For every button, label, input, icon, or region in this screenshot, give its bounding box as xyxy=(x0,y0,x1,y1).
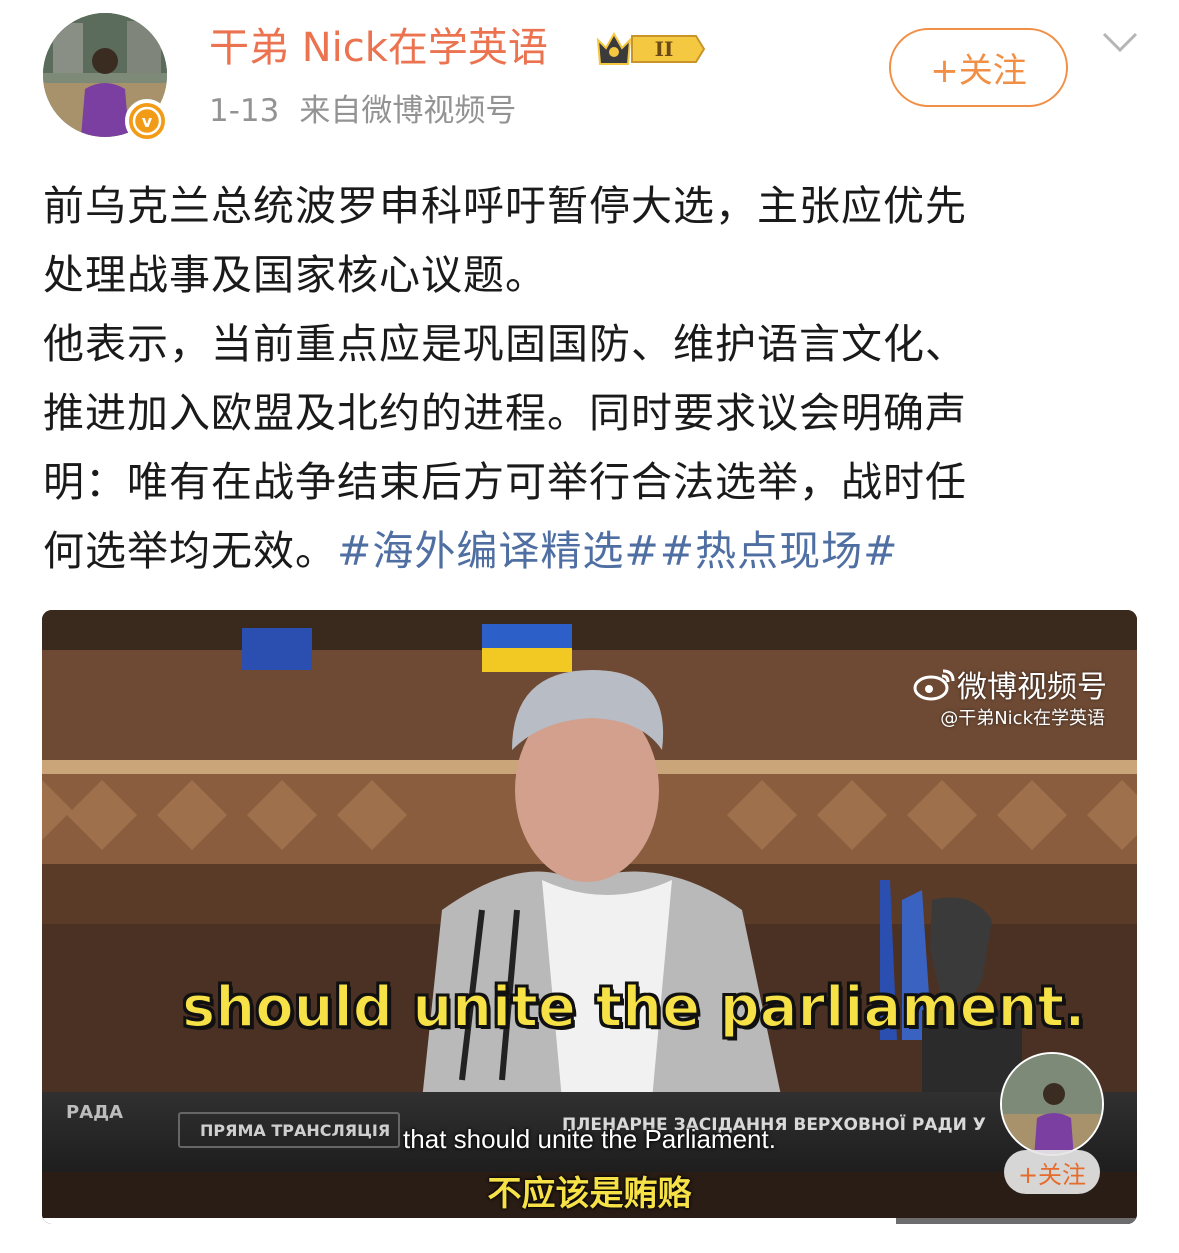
chevron-down-icon[interactable] xyxy=(1100,30,1140,56)
weibo-logo-icon xyxy=(913,669,955,701)
post-line: 明：唯有在战争结束后方可举行合法选举，战时任 xyxy=(43,458,967,506)
hashtag-hot-scene[interactable]: #热点现场# xyxy=(660,527,899,575)
post-line: 推进加入欧盟及北约的进程。同时要求议会明确声 xyxy=(43,389,967,437)
mini-follow-button[interactable]: +关注 xyxy=(1004,1150,1100,1194)
post-line: 前乌克兰总统波罗申科呼吁暂停大选，主张应优先 xyxy=(43,182,967,230)
post-source[interactable]: 来自微博视频号 xyxy=(299,93,516,129)
video-player[interactable]: 微博视频号 @干弟Nick在学英语 should unite the parli… xyxy=(42,610,1137,1224)
channel-logo: РАДА xyxy=(66,1102,124,1123)
video-progress-fill xyxy=(42,1218,897,1224)
video-big-caption: should unite the parliament. xyxy=(181,974,1087,1041)
watermark-handle: @干弟Nick在学英语 xyxy=(940,708,1105,729)
video-progress-bar[interactable] xyxy=(42,1218,1137,1224)
svg-text:v: v xyxy=(142,112,153,131)
verified-icon: v xyxy=(125,99,169,143)
post-date: 1-13 xyxy=(209,93,280,129)
avatar-photo xyxy=(1002,1054,1102,1154)
subtitle-chinese: 不应该是贿赂 xyxy=(487,1174,692,1214)
post-text: 前乌克兰总统波罗申科呼吁暂停大选，主张应优先 处理战事及国家核心议题。 他表示，… xyxy=(43,172,1143,586)
crown-icon[interactable]: II xyxy=(592,26,708,72)
subtitle-english: that should unite the Parliament. xyxy=(403,1124,776,1154)
post-line: 何选举均无效。#海外编译精选##热点现场# xyxy=(43,527,899,575)
hashtag-overseas-selection[interactable]: #海外编译精选# xyxy=(337,527,660,575)
svg-text:II: II xyxy=(655,37,674,61)
follow-button[interactable]: +关注 xyxy=(889,28,1068,107)
weibo-video-watermark: 微博视频号 xyxy=(913,662,1107,706)
author-name[interactable]: 干弟 Nick在学英语 xyxy=(209,24,548,72)
post-meta: 1-13 来自微博视频号 xyxy=(209,92,516,130)
post-line: 他表示，当前重点应是巩固国防、维护语言文化、 xyxy=(43,320,967,368)
creator-mini-avatar[interactable] xyxy=(1000,1052,1104,1156)
post-line: 处理战事及国家核心议题。 xyxy=(43,251,547,299)
